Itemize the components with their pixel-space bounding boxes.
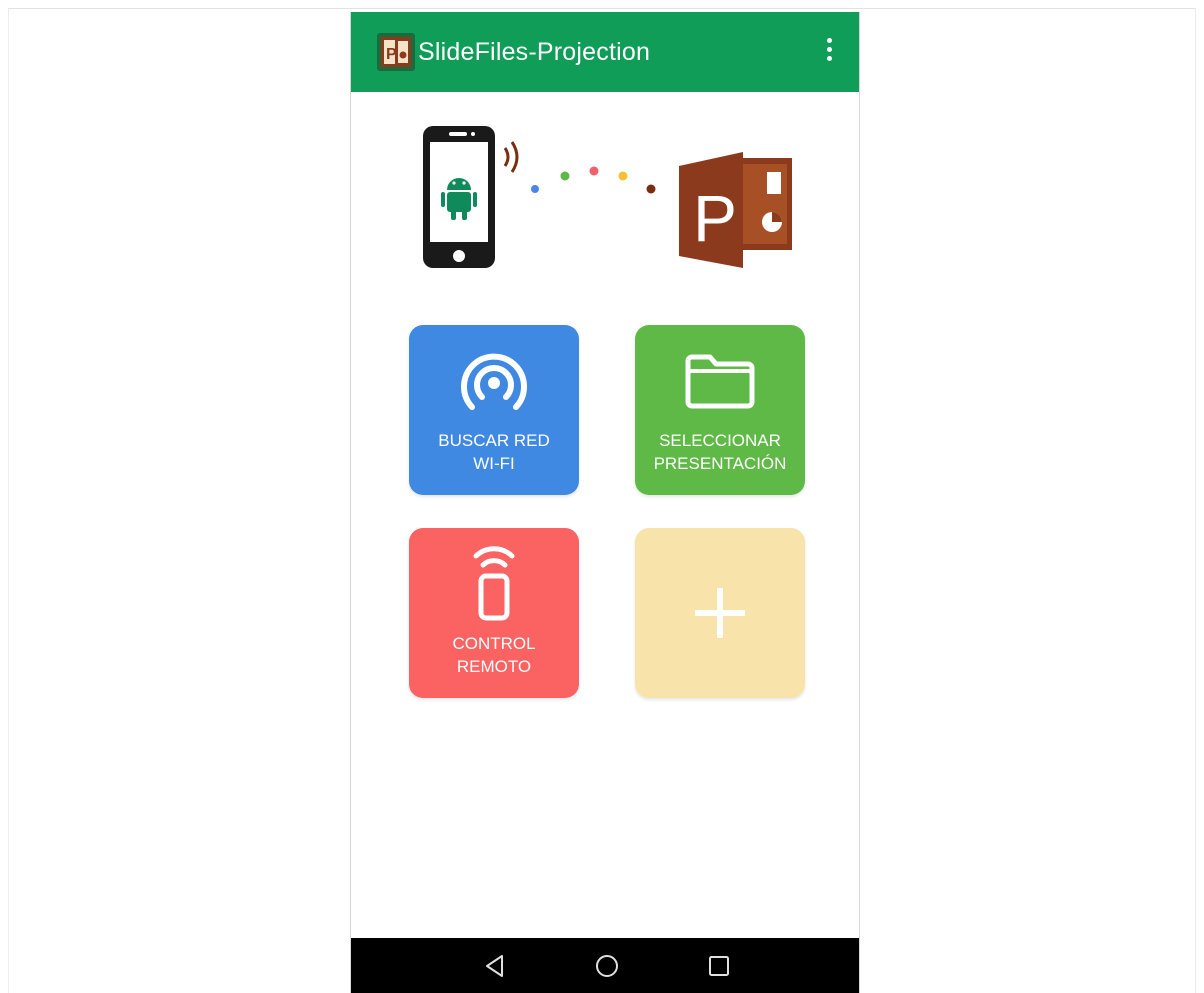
powerpoint-icon: P: [679, 152, 792, 268]
folder-icon: [685, 354, 755, 409]
svg-text:P: P: [386, 46, 397, 63]
recents-icon[interactable]: [705, 952, 733, 980]
home-icon[interactable]: [593, 952, 621, 980]
system-navigation-bar: [351, 938, 859, 993]
plus-icon: [695, 588, 745, 638]
remote-control-label: CONTROL REMOTO: [452, 634, 536, 676]
remote-phone-icon: [473, 546, 515, 621]
back-icon[interactable]: [481, 952, 509, 980]
remote-control-tile[interactable]: CONTROL REMOTO: [409, 528, 579, 698]
app-bar: P SlideFiles-Projection: [351, 12, 859, 92]
wifi-hotspot-icon: [461, 353, 527, 410]
smartphone-android-icon: [423, 126, 495, 268]
phone-screen: P SlideFiles-Projection P BUSCAR RED WI-…: [350, 12, 860, 993]
search-wifi-label: BUSCAR RED WI-FI: [438, 431, 550, 473]
overflow-menu-icon[interactable]: [819, 38, 839, 70]
svg-text:P: P: [693, 181, 737, 255]
hero-illustration: P: [423, 126, 792, 268]
add-tile[interactable]: [635, 528, 805, 698]
search-wifi-tile[interactable]: BUSCAR RED WI-FI: [409, 325, 579, 495]
select-presentation-label: SELECCIONAR PRESENTACIÓN: [653, 431, 787, 473]
app-title: SlideFiles-Projection: [418, 38, 651, 66]
app-logo-icon: P: [377, 33, 415, 71]
select-presentation-tile[interactable]: SELECCIONAR PRESENTACIÓN: [635, 325, 805, 495]
